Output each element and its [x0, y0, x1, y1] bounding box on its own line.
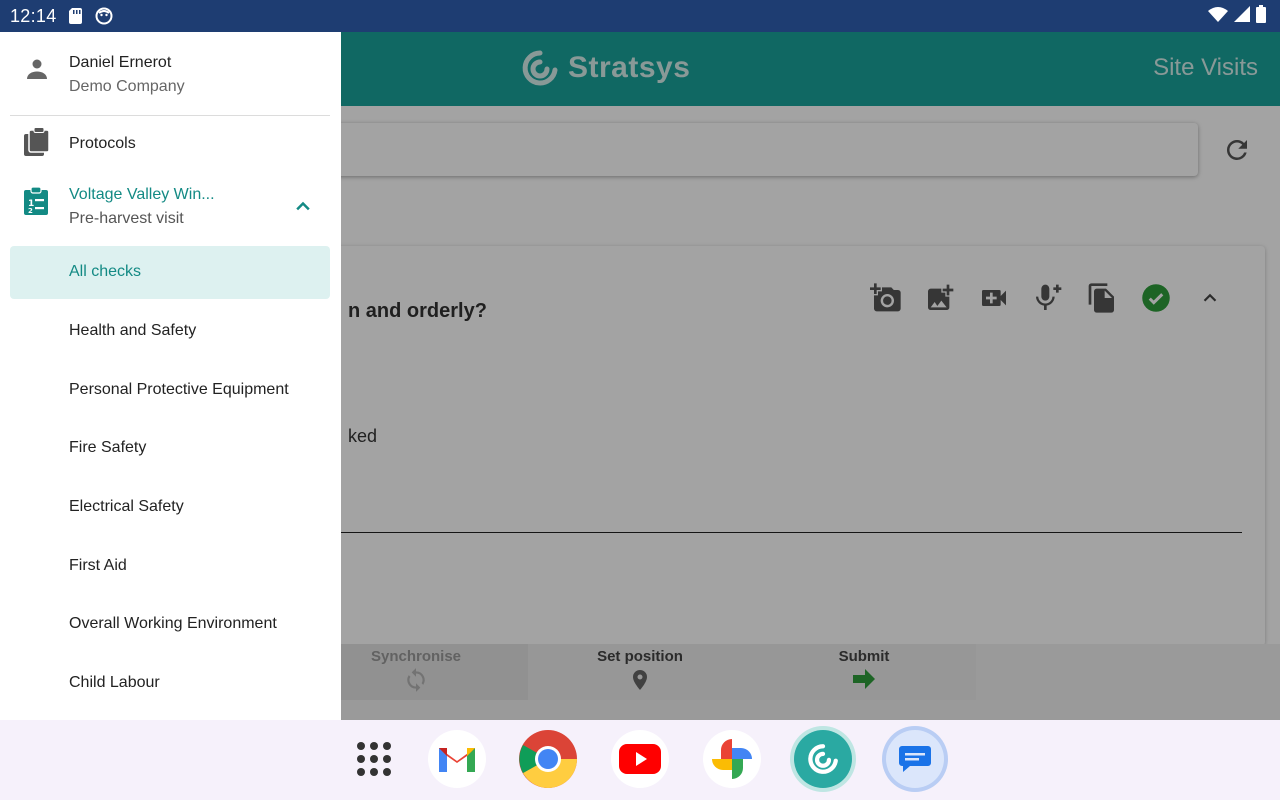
nav-item-visit[interactable]: 12 Voltage Valley Win... Pre-harvest vis… — [10, 176, 330, 236]
user-name: Daniel Ernerot — [69, 54, 172, 71]
user-header: Daniel Ernerot Demo Company — [0, 32, 341, 114]
messages-icon[interactable] — [886, 730, 944, 788]
check-item-label: Fire Safety — [69, 439, 147, 456]
clipboard-stack-icon — [23, 126, 51, 162]
wifi-icon — [1208, 6, 1228, 27]
status-time: 12:14 — [10, 5, 57, 26]
app-dock — [0, 720, 1280, 800]
chrome-icon[interactable] — [519, 730, 577, 788]
check-item-label: All checks — [69, 263, 142, 280]
user-company: Demo Company — [69, 78, 185, 95]
check-item-label: Child Labour — [69, 674, 160, 691]
check-item-health-and-safety[interactable]: Health and Safety — [10, 305, 330, 358]
person-icon — [25, 57, 49, 86]
check-item-fire-safety[interactable]: Fire Safety — [10, 422, 330, 475]
status-bar: 12:14 — [0, 0, 1280, 32]
check-item-electrical-safety[interactable]: Electrical Safety — [10, 481, 330, 534]
check-item-label: First Aid — [69, 557, 127, 574]
check-item-label: Health and Safety — [69, 322, 197, 339]
nav-item-protocols[interactable]: Protocols — [10, 122, 330, 166]
drawer-divider — [10, 115, 330, 116]
check-item-all-checks[interactable]: All checks — [10, 246, 330, 299]
gmail-icon[interactable] — [428, 730, 486, 788]
check-item-label: Overall Working Environment — [69, 615, 277, 632]
battery-icon — [1256, 4, 1266, 28]
chevron-up-icon[interactable] — [293, 196, 313, 221]
signal-icon — [1234, 5, 1250, 27]
navigation-drawer: Daniel Ernerot Demo Company Protocols 12… — [0, 32, 341, 720]
check-item-personal-protective-equipment[interactable]: Personal Protective Equipment — [10, 364, 330, 417]
check-item-label: Personal Protective Equipment — [69, 381, 289, 398]
visit-title: Voltage Valley Win... — [69, 186, 215, 203]
visit-subtitle: Pre-harvest visit — [69, 210, 184, 227]
app-drawer-icon[interactable] — [345, 730, 403, 788]
face-notification-icon — [95, 7, 113, 25]
svg-text:2: 2 — [28, 207, 33, 215]
stratsys-icon[interactable] — [794, 730, 852, 788]
nav-label-protocols: Protocols — [69, 135, 136, 152]
sd-card-icon — [68, 8, 83, 24]
youtube-icon[interactable] — [611, 730, 669, 788]
check-item-label: Electrical Safety — [69, 498, 184, 515]
photos-icon[interactable] — [703, 730, 761, 788]
check-item-child-labour[interactable]: Child Labour — [10, 657, 330, 710]
check-item-overall-working-environment[interactable]: Overall Working Environment — [10, 598, 330, 651]
assignment-icon: 12 — [23, 186, 49, 221]
check-item-first-aid[interactable]: First Aid — [10, 540, 330, 593]
